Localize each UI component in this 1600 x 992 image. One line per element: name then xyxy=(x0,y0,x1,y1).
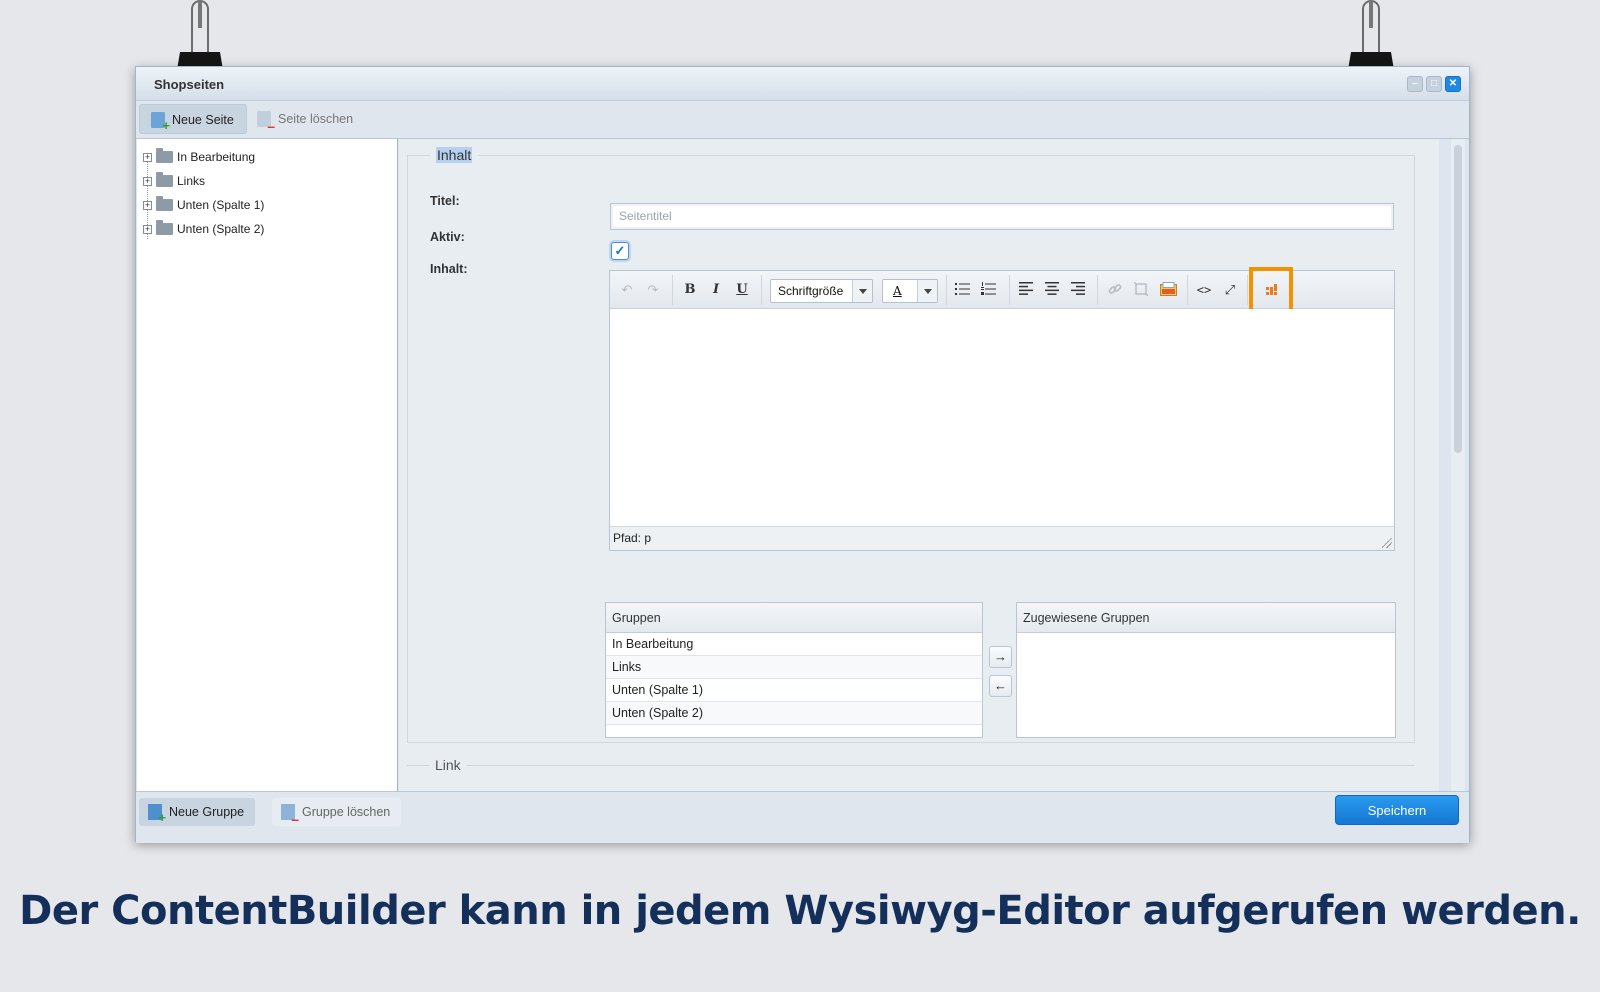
align-right-icon[interactable] xyxy=(1069,282,1087,298)
tree-item-unten-spalte-2[interactable]: + Unten (Spalte 2) xyxy=(143,220,264,238)
save-button[interactable]: Speichern xyxy=(1335,795,1459,825)
source-code-icon[interactable]: <> xyxy=(1195,282,1213,298)
delete-page-icon: – xyxy=(257,111,275,133)
groups-header: Gruppen xyxy=(606,603,982,633)
new-page-button[interactable]: + Neue Seite xyxy=(139,104,247,134)
italic-icon[interactable]: I xyxy=(707,282,725,298)
move-left-button[interactable]: ← xyxy=(989,675,1012,697)
window-titlebar[interactable]: Shopseiten – □ ✕ xyxy=(136,67,1469,101)
underline-icon[interactable]: U xyxy=(733,282,751,298)
expand-icon[interactable]: + xyxy=(143,200,152,210)
delete-group-icon: – xyxy=(281,804,299,826)
folder-icon xyxy=(156,220,173,235)
new-group-label: Neue Gruppe xyxy=(169,805,245,819)
wysiwyg-editor: ↶ ↷ B I U Schriftgröße A <> ⤢ Pfad: p xyxy=(609,267,1395,551)
contentbuilder-button-highlight[interactable] xyxy=(1249,267,1293,313)
list-item[interactable]: Unten (Spalte 1) xyxy=(606,679,982,702)
expand-icon[interactable]: + xyxy=(143,176,152,186)
delete-page-label: Seite löschen xyxy=(278,112,354,126)
active-label: Aktiv: xyxy=(430,230,465,244)
fullscreen-icon[interactable]: ⤢ xyxy=(1221,282,1239,298)
delete-group-label: Gruppe löschen xyxy=(302,805,391,819)
folder-icon xyxy=(156,196,173,211)
text-color-icon: A xyxy=(893,284,902,298)
page-toolbar: + Neue Seite – Seite löschen xyxy=(136,101,1469,139)
delete-group-button[interactable]: – Gruppe löschen xyxy=(272,798,402,826)
align-left-icon[interactable] xyxy=(1017,282,1035,298)
title-label: Titel: xyxy=(430,194,460,208)
link-legend: Link xyxy=(429,757,467,773)
title-input[interactable]: Seitentitel xyxy=(610,203,1394,230)
caption-text: Der ContentBuilder kann in jedem Wysiwyg… xyxy=(19,888,1581,934)
contentbuilder-icon xyxy=(1266,284,1277,295)
redo-icon[interactable]: ↷ xyxy=(644,282,662,298)
editor-path: Pfad: p xyxy=(613,531,652,545)
bottom-toolbar: + Neue Gruppe – Gruppe löschen Speichern xyxy=(136,791,1469,843)
shopseiten-window: Shopseiten – □ ✕ + Neue Seite – Seite lö… xyxy=(135,66,1470,843)
tree-item-label: Unten (Spalte 1) xyxy=(177,198,265,212)
page-form: Inhalt Titel: Seitentitel Aktiv: ✓ Inhal… xyxy=(399,139,1439,791)
move-right-button[interactable]: → xyxy=(989,646,1012,668)
editor-toolbar: ↶ ↷ B I U Schriftgröße A <> ⤢ xyxy=(610,267,1394,313)
unlink-icon[interactable] xyxy=(1132,281,1150,298)
minimize-button[interactable]: – xyxy=(1407,76,1423,92)
align-center-icon[interactable] xyxy=(1043,282,1061,298)
active-checkbox[interactable]: ✓ xyxy=(611,242,629,260)
image-icon[interactable] xyxy=(1159,282,1177,298)
editor-statusbar: Pfad: p xyxy=(610,526,1394,550)
numbered-list-icon[interactable] xyxy=(980,282,998,298)
bullet-list-icon[interactable] xyxy=(954,282,972,298)
editor-content-area[interactable] xyxy=(610,309,1394,526)
list-item[interactable]: In Bearbeitung xyxy=(606,633,982,656)
font-size-value: Schriftgröße xyxy=(778,284,844,298)
content-legend: Inhalt xyxy=(430,147,479,163)
assigned-groups-header: Zugewiesene Gruppen xyxy=(1017,603,1395,633)
undo-icon[interactable]: ↶ xyxy=(618,282,636,298)
chevron-down-icon xyxy=(917,280,937,302)
chevron-down-icon xyxy=(852,280,872,302)
folder-icon xyxy=(156,148,173,163)
delete-page-button[interactable]: – Seite löschen xyxy=(246,104,365,134)
close-button[interactable]: ✕ xyxy=(1445,76,1461,92)
bold-icon[interactable]: B xyxy=(681,282,699,298)
new-page-icon: + xyxy=(151,112,170,132)
text-color-select[interactable]: A xyxy=(882,279,938,303)
group-tree: + In Bearbeitung + Links + Unten (Spalte… xyxy=(137,139,398,791)
list-item[interactable]: Links xyxy=(606,656,982,679)
expand-icon[interactable]: + xyxy=(143,224,152,234)
new-group-icon: + xyxy=(148,804,166,824)
new-group-button[interactable]: + Neue Gruppe xyxy=(139,798,256,826)
folder-icon xyxy=(156,172,173,187)
content-label: Inhalt: xyxy=(430,262,468,276)
tree-item-in-bearbeitung[interactable]: + In Bearbeitung xyxy=(143,148,255,166)
tree-item-unten-spalte-1[interactable]: + Unten (Spalte 1) xyxy=(143,196,264,214)
tree-item-label: In Bearbeitung xyxy=(177,150,256,164)
maximize-button[interactable]: □ xyxy=(1426,76,1442,92)
tree-item-links[interactable]: + Links xyxy=(143,172,205,190)
resize-handle-icon[interactable] xyxy=(1382,538,1392,548)
scrollbar-thumb[interactable] xyxy=(1454,145,1462,453)
tree-item-label: Links xyxy=(177,174,206,188)
new-page-label: Neue Seite xyxy=(172,113,234,127)
link-fieldset: Link xyxy=(407,757,1415,791)
window-title: Shopseiten xyxy=(154,77,225,92)
groups-grid: Gruppen In Bearbeitung Links Unten (Spal… xyxy=(605,602,983,738)
font-size-select[interactable]: Schriftgröße xyxy=(770,279,873,303)
tree-item-label: Unten (Spalte 2) xyxy=(177,222,265,236)
form-scrollbar[interactable] xyxy=(1451,139,1465,791)
assigned-groups-grid: Zugewiesene Gruppen xyxy=(1016,602,1396,738)
list-item[interactable]: Unten (Spalte 2) xyxy=(606,702,982,725)
link-icon[interactable] xyxy=(1106,282,1124,298)
content-fieldset: Inhalt Titel: Seitentitel Aktiv: ✓ Inhal… xyxy=(407,147,1415,743)
expand-icon[interactable]: + xyxy=(143,152,152,162)
